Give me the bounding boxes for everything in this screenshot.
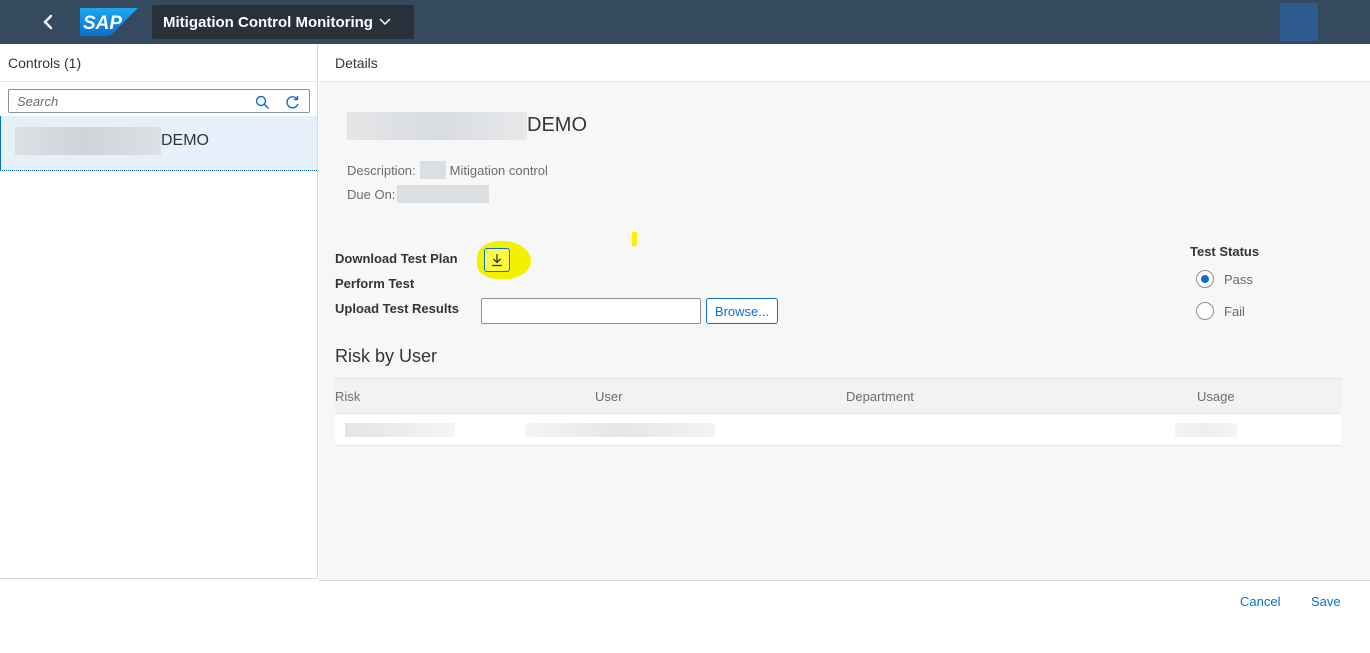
- search-icon[interactable]: [253, 93, 271, 111]
- detail-header: Details: [319, 44, 1370, 82]
- user-avatar[interactable]: [1280, 3, 1318, 41]
- save-button[interactable]: Save: [1311, 594, 1341, 609]
- column-header-risk[interactable]: Risk: [335, 389, 360, 404]
- radio-icon[interactable]: [1196, 270, 1214, 288]
- master-pane: Controls (1) DEMO: [0, 44, 318, 620]
- download-test-plan-label: Download Test Plan: [335, 251, 458, 266]
- description-value: Mitigation control: [449, 162, 548, 178]
- column-header-user[interactable]: User: [595, 389, 622, 404]
- browse-button[interactable]: Browse...: [706, 298, 778, 324]
- redacted-cell: [1175, 423, 1237, 437]
- risk-section-title: Risk by User: [335, 346, 438, 366]
- sap-logo-text: SAP: [83, 13, 122, 34]
- highlight-mark: [632, 232, 637, 246]
- redacted-cell: [345, 423, 455, 437]
- shell-header: SAP Mitigation Control Monitoring: [0, 0, 1370, 44]
- list-item[interactable]: DEMO: [0, 116, 317, 171]
- search-input[interactable]: [17, 93, 247, 109]
- radio-fail[interactable]: Fail: [1196, 302, 1245, 320]
- detail-pane: Details DEMO Description: Mitigation con…: [319, 44, 1370, 580]
- column-header-department[interactable]: Department: [846, 389, 914, 404]
- redacted-cell: [525, 423, 715, 437]
- object-title: DEMO: [527, 114, 587, 136]
- back-button[interactable]: [36, 10, 60, 34]
- master-footer: [0, 578, 318, 620]
- description-label: Description:: [347, 162, 416, 178]
- upload-file-input[interactable]: [481, 298, 701, 324]
- chevron-down-icon: [379, 18, 391, 26]
- perform-test-label: Perform Test: [335, 276, 415, 291]
- download-button[interactable]: [484, 248, 510, 272]
- due-row: Due On:: [347, 185, 490, 203]
- list-item-title: DEMO: [161, 132, 209, 149]
- cancel-button[interactable]: Cancel: [1240, 594, 1280, 609]
- detail-footer: Cancel Save: [319, 580, 1370, 620]
- test-status-label: Test Status: [1190, 244, 1260, 259]
- description-row: Description: Mitigation control: [347, 161, 548, 179]
- redacted-text: [15, 127, 161, 155]
- download-icon: [492, 254, 502, 267]
- radio-pass[interactable]: Pass: [1196, 270, 1253, 288]
- redacted-date: [397, 185, 490, 203]
- column-header-usage[interactable]: Usage: [1197, 389, 1235, 404]
- back-arrow-icon: [43, 14, 53, 30]
- app-title: Mitigation Control Monitoring: [163, 13, 373, 31]
- sap-logo[interactable]: SAP: [80, 8, 138, 36]
- redacted-title: [347, 112, 527, 140]
- table-header: Risk User Department Usage: [335, 378, 1341, 414]
- radio-fail-label: Fail: [1224, 303, 1245, 319]
- radio-icon[interactable]: [1196, 302, 1214, 320]
- upload-test-results-label: Upload Test Results: [335, 301, 460, 316]
- app-title-menu-button[interactable]: Mitigation Control Monitoring: [152, 5, 414, 39]
- redacted-text: [419, 161, 446, 179]
- due-label: Due On:: [347, 186, 396, 202]
- table-row[interactable]: [335, 414, 1341, 446]
- master-header: Controls (1): [0, 44, 317, 82]
- refresh-icon[interactable]: [283, 93, 301, 111]
- risk-table: Risk User Department Usage: [335, 378, 1341, 446]
- search-field[interactable]: [8, 89, 310, 113]
- radio-pass-label: Pass: [1224, 271, 1253, 287]
